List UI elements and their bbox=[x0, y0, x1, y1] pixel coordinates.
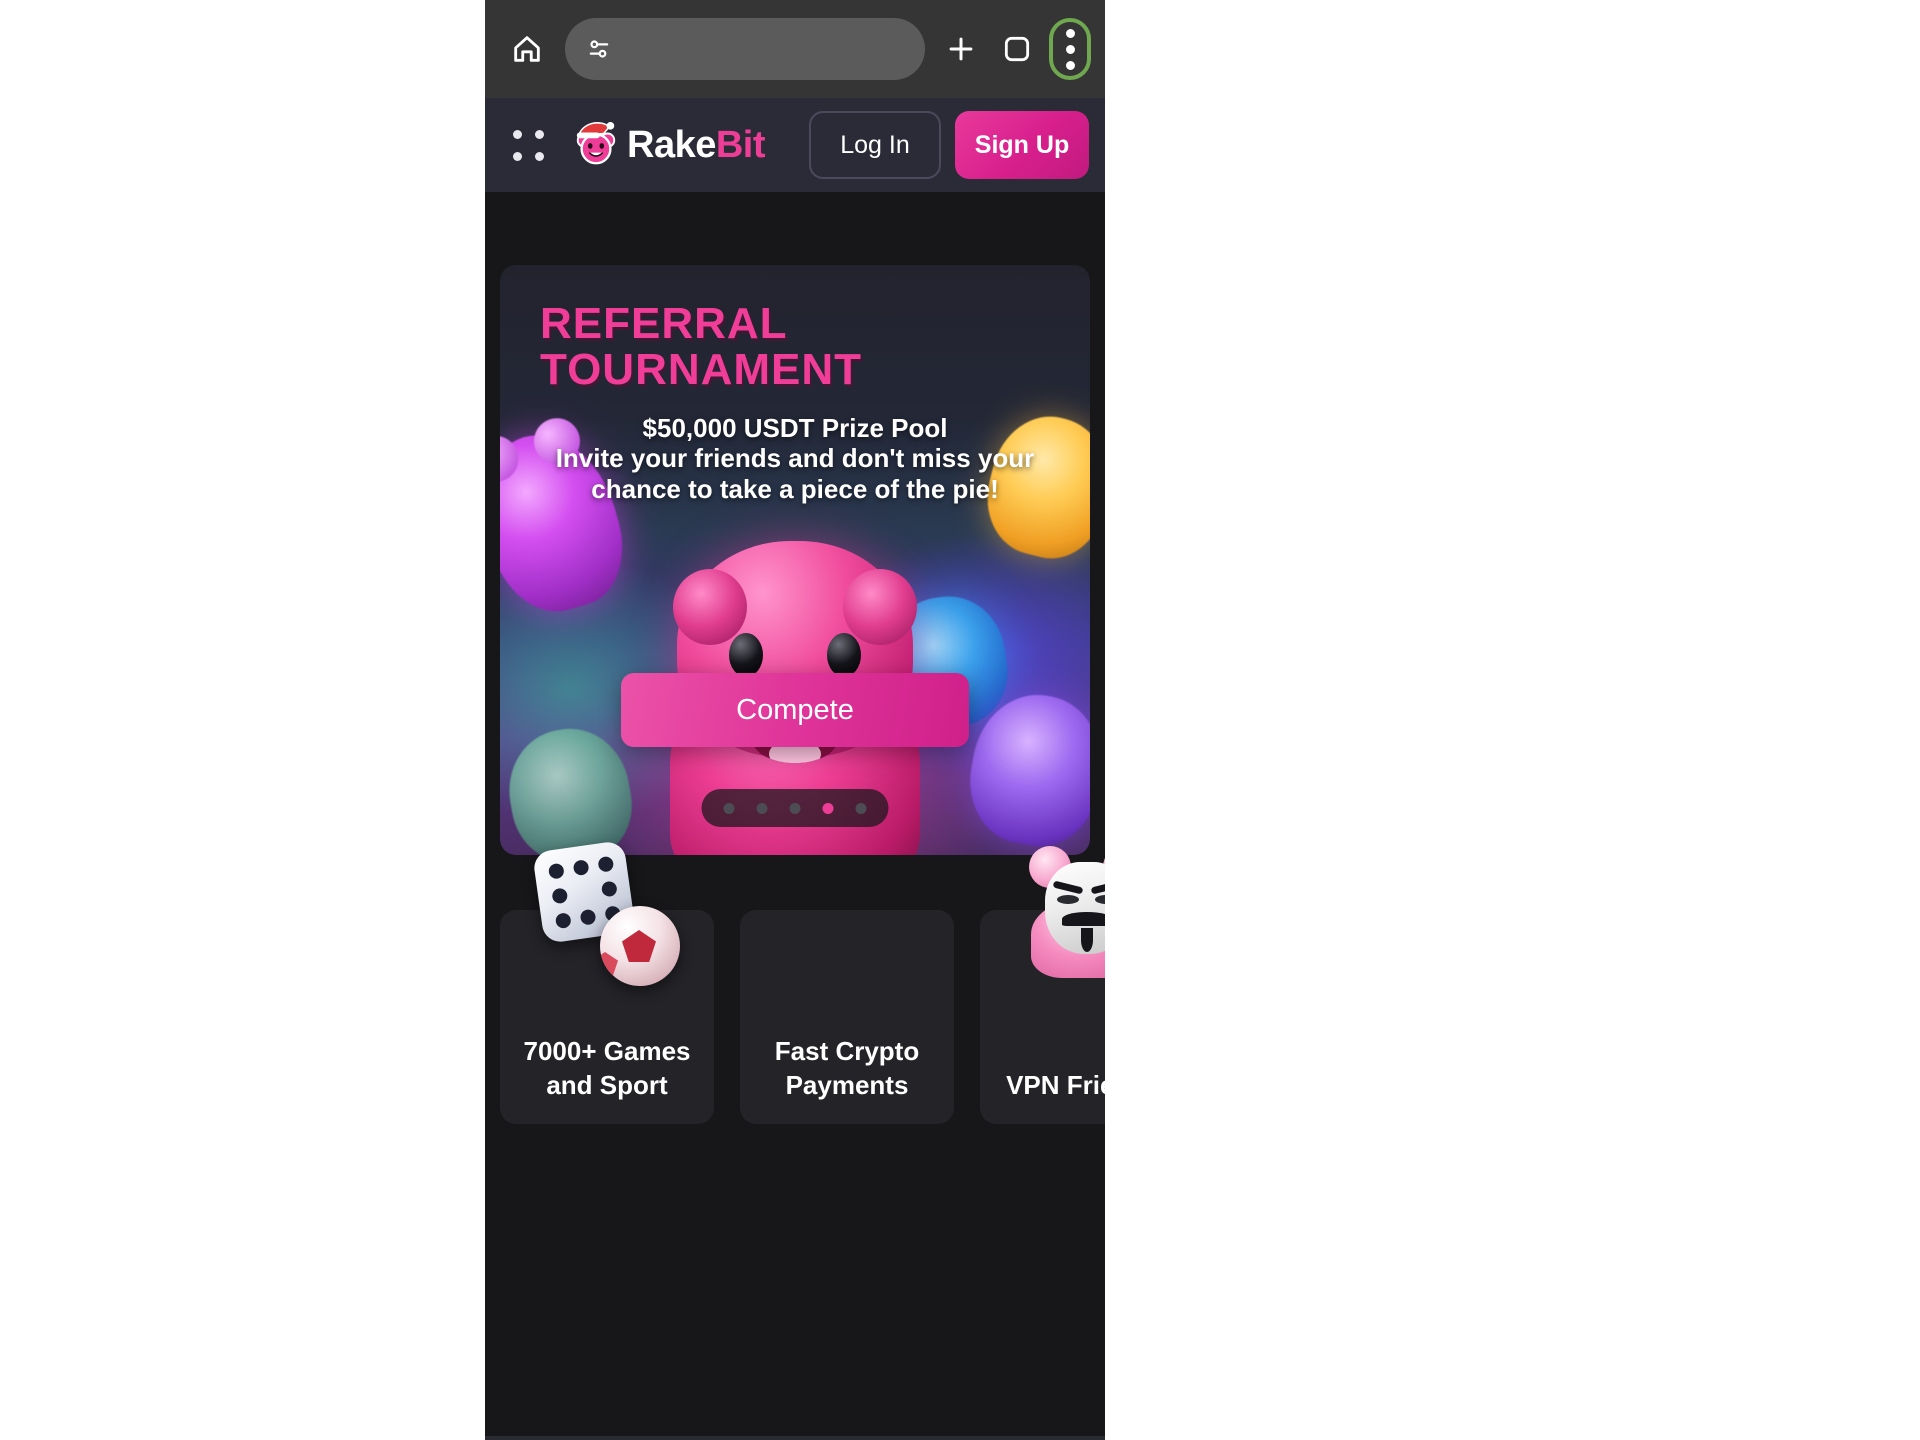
anon-mustache bbox=[1062, 912, 1105, 926]
feature-label: 7000+ Games and Sport bbox=[523, 1036, 691, 1100]
anon-eye-right bbox=[1095, 895, 1105, 904]
login-button[interactable]: Log In bbox=[809, 111, 941, 179]
brand-logo-link[interactable]: RakeBit bbox=[571, 121, 766, 169]
feature-label: VPN Friendly bbox=[1006, 1069, 1105, 1100]
signup-button[interactable]: Sign Up bbox=[955, 111, 1089, 179]
page-body: REFERRAL TOURNAMENT $50,000 USDT Prize P… bbox=[485, 192, 1105, 1440]
home-icon bbox=[514, 36, 540, 62]
menu-dot bbox=[1065, 60, 1075, 70]
grid-menu-dot bbox=[512, 129, 522, 139]
brand-second: Bit bbox=[715, 124, 766, 166]
carousel-dot-4[interactable] bbox=[822, 802, 834, 814]
hero-copy: REFERRAL TOURNAMENT $50,000 USDT Prize P… bbox=[500, 301, 1090, 505]
bear-eye-left bbox=[729, 633, 763, 677]
bear-ear-right bbox=[843, 569, 917, 645]
menu-dot bbox=[1065, 44, 1075, 54]
carousel-dot-5[interactable] bbox=[855, 802, 867, 814]
plus-icon bbox=[949, 37, 973, 61]
feature-card-games[interactable]: 7000+ Games and Sport bbox=[500, 840, 714, 1124]
menu-dot bbox=[1065, 28, 1075, 38]
brand-first: Rake bbox=[627, 124, 716, 166]
compete-button[interactable]: Compete bbox=[621, 673, 969, 747]
feature-card-crypto[interactable]: Fast Crypto Payments bbox=[740, 910, 954, 1124]
carousel-dots bbox=[701, 789, 889, 827]
page-bottom-divider bbox=[485, 1436, 1105, 1440]
carousel-dot-2[interactable] bbox=[756, 802, 768, 814]
header-actions: Log In Sign Up bbox=[809, 111, 1089, 179]
green-gummy-bear-icon bbox=[500, 719, 641, 855]
bolt-shape bbox=[792, 840, 901, 984]
anon-bear bbox=[1027, 844, 1105, 978]
tune-icon bbox=[589, 40, 609, 58]
tab-switcher-button[interactable] bbox=[989, 21, 1045, 77]
hero-title: REFERRAL TOURNAMENT bbox=[540, 299, 863, 394]
anon-eye-left bbox=[1057, 895, 1079, 904]
hero-subtitle: $50,000 USDT Prize Pool Invite your frie… bbox=[555, 412, 1035, 504]
feature-label: Fast Crypto Payments bbox=[774, 1036, 920, 1100]
url-bar[interactable] bbox=[565, 18, 925, 80]
bear-eye-right bbox=[827, 633, 861, 677]
hero-banner[interactable]: REFERRAL TOURNAMENT $50,000 USDT Prize P… bbox=[500, 265, 1090, 855]
carousel-dot-1[interactable] bbox=[723, 802, 735, 814]
grid-menu-dot bbox=[534, 129, 544, 139]
feature-card-list: 7000+ Games and Sport Fast Crypto Paymen… bbox=[500, 840, 1105, 1124]
brand-text: RakeBit bbox=[627, 124, 766, 166]
anon-goatee bbox=[1081, 928, 1093, 952]
square-icon bbox=[1004, 36, 1030, 62]
new-tab-button[interactable] bbox=[933, 21, 989, 77]
site-header: RakeBit Log In Sign Up bbox=[485, 98, 1105, 192]
grid-menu-dot bbox=[534, 151, 544, 161]
anon-brow-right bbox=[1090, 880, 1105, 895]
phone-viewport: RakeBit Log In Sign Up REFERRAL TOURNAME… bbox=[485, 0, 1105, 1440]
grid-menu-button[interactable] bbox=[507, 124, 549, 166]
browser-menu-button[interactable] bbox=[1049, 18, 1091, 80]
home-button[interactable] bbox=[499, 21, 555, 77]
grid-menu-dot bbox=[512, 151, 522, 161]
lightning-bolt-icon bbox=[772, 838, 922, 988]
soccer-ball-icon bbox=[600, 906, 680, 986]
browser-toolbar bbox=[485, 0, 1105, 98]
bear-ear-left bbox=[673, 569, 747, 645]
anonymous-mask-bear-icon bbox=[1012, 838, 1105, 988]
anon-brow-left bbox=[1052, 880, 1084, 895]
dice-and-soccer-ball-icon bbox=[532, 838, 682, 988]
carousel-dot-3[interactable] bbox=[789, 802, 801, 814]
feature-card-vpn[interactable]: VPN Friendly bbox=[980, 846, 1105, 1124]
bear-santa-hat-logo-icon bbox=[576, 121, 616, 165]
